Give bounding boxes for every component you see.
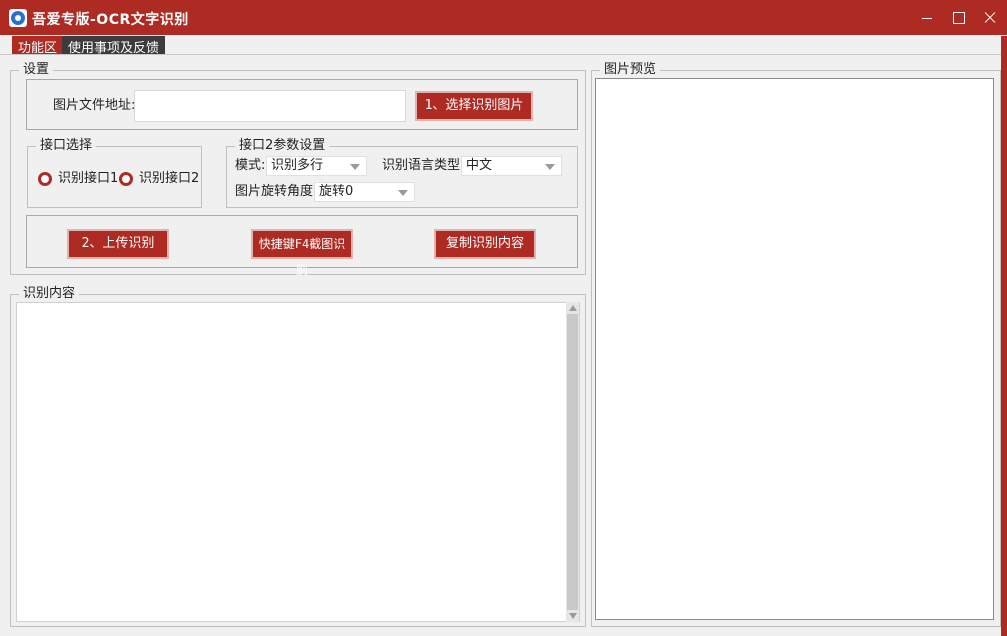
language-select[interactable]: 中文 xyxy=(461,156,562,176)
params-legend: 接口2参数设置 xyxy=(235,138,330,154)
settings-legend: 设置 xyxy=(19,62,54,78)
rotation-label: 图片旋转角度: xyxy=(235,184,318,199)
maximize-icon[interactable] xyxy=(941,0,975,35)
close-icon[interactable] xyxy=(973,0,1007,35)
language-label: 识别语言类型: xyxy=(382,158,465,173)
chevron-down-icon xyxy=(398,190,408,196)
window-border xyxy=(1001,36,1007,636)
scroll-down-icon[interactable] xyxy=(569,613,577,619)
chevron-down-icon xyxy=(545,164,555,170)
preview-legend: 图片预览 xyxy=(600,62,661,78)
minimize-icon[interactable] xyxy=(910,0,944,35)
mode-label: 模式: xyxy=(235,158,266,173)
interface1-radio[interactable] xyxy=(38,172,52,186)
interface-legend: 接口选择 xyxy=(36,138,97,154)
file-path-input[interactable] xyxy=(134,90,406,122)
chevron-down-icon xyxy=(350,164,360,170)
interface2-radio[interactable] xyxy=(119,172,133,186)
mode-value: 识别多行 xyxy=(271,158,324,173)
rotation-value: 旋转0 xyxy=(319,184,354,199)
scroll-up-icon[interactable] xyxy=(569,305,577,311)
interface2-label: 识别接口2 xyxy=(139,171,200,186)
screenshot-button[interactable]: 快捷键F4截图识别 xyxy=(251,229,353,277)
tab-divider xyxy=(0,54,1007,55)
copy-result-button[interactable]: 复制识别内容 xyxy=(434,229,536,259)
interface1-label: 识别接口1 xyxy=(58,171,119,186)
window-title: 吾爱专版-OCR文字识别 xyxy=(32,12,189,28)
file-path-label: 图片文件地址: xyxy=(53,98,136,113)
upload-button[interactable]: 2、上传识别 xyxy=(67,229,169,259)
select-image-button[interactable]: 1、选择识别图片 xyxy=(415,91,533,121)
result-legend: 识别内容 xyxy=(19,286,80,302)
title-bar[interactable]: 吾爱专版-OCR文字识别 xyxy=(0,0,1007,35)
image-preview xyxy=(595,78,994,620)
tab-usage-feedback[interactable]: 使用事项及反馈 xyxy=(62,36,166,56)
result-scrollbar[interactable] xyxy=(566,302,579,622)
result-textarea[interactable] xyxy=(16,302,580,622)
language-value: 中文 xyxy=(466,158,493,173)
app-icon xyxy=(9,9,27,27)
rotation-select[interactable]: 旋转0 xyxy=(314,182,415,202)
scroll-thumb[interactable] xyxy=(567,314,578,610)
tab-functions[interactable]: 功能区 xyxy=(12,36,64,56)
mode-select[interactable]: 识别多行 xyxy=(266,156,367,176)
